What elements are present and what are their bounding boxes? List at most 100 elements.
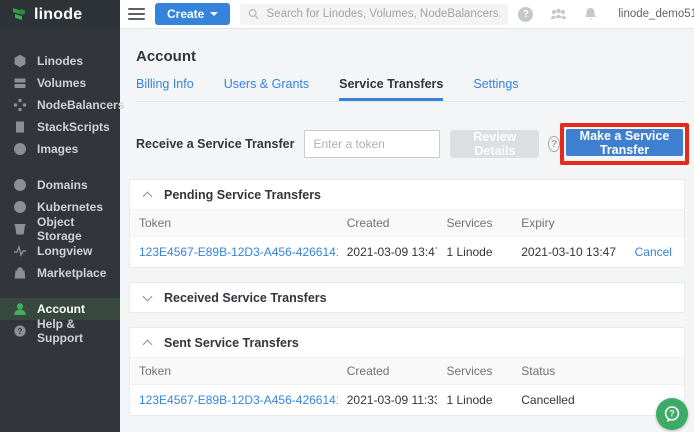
- sidebar-label: Object Storage: [37, 215, 120, 243]
- sidebar-label: NodeBalancers: [37, 98, 124, 112]
- sent-transfers-card: Sent Service Transfers Token Created Ser…: [129, 327, 685, 416]
- sidebar: Linodes Volumes NodeBalancers StackScrip…: [0, 29, 120, 432]
- linode-logo-icon: [12, 7, 27, 23]
- make-service-transfer-button[interactable]: Make a Service Transfer: [566, 129, 683, 156]
- top-bar-right: Create ?: [120, 0, 694, 29]
- main-content: Account Billing Info Users & Grants Serv…: [120, 29, 694, 432]
- table-row: 123E4567-E89B-12D3-A456-426614174000 202…: [130, 237, 684, 267]
- notifications-bell-icon[interactable]: [584, 7, 597, 21]
- longview-icon: [13, 244, 27, 258]
- sidebar-divider: [0, 160, 120, 174]
- images-icon: [13, 142, 27, 156]
- sidebar-item-linodes[interactable]: Linodes: [0, 50, 120, 72]
- page-title: Account: [136, 48, 685, 65]
- top-bar-icons: ? linode_demo512: [518, 5, 694, 24]
- created-cell: 2021-03-09 13:47: [338, 245, 438, 259]
- token-link[interactable]: 123E4567-E89B-12D3-A456-426614174001: [139, 393, 338, 407]
- sidebar-label: Help & Support: [37, 317, 120, 345]
- sidebar-item-images[interactable]: Images: [0, 138, 120, 160]
- sidebar-label: Longview: [37, 244, 92, 258]
- logo-wordmark: linode: [34, 6, 82, 24]
- chevron-down-icon: [210, 12, 218, 16]
- sidebar-label: Account: [37, 302, 85, 316]
- help-support-icon: ?: [13, 324, 27, 338]
- sent-table-header: Token Created Services Status: [130, 357, 684, 385]
- sidebar-item-stackscripts[interactable]: StackScripts: [0, 116, 120, 138]
- sidebar-item-longview[interactable]: Longview: [0, 240, 120, 262]
- column-header-expiry: Expiry: [512, 216, 628, 230]
- svg-text:?: ?: [669, 409, 675, 419]
- received-section-toggle[interactable]: Received Service Transfers: [130, 283, 684, 312]
- account-menu[interactable]: linode_demo512: [618, 5, 694, 24]
- help-chat-icon: ?: [662, 404, 682, 424]
- expand-chevron-icon: [143, 292, 153, 302]
- column-header-created: Created: [338, 364, 438, 378]
- pending-table-header: Token Created Services Expiry: [130, 209, 684, 237]
- collapse-chevron-icon: [143, 191, 153, 201]
- username: linode_demo512: [618, 8, 694, 20]
- services-cell: 1 Linode: [437, 393, 512, 407]
- column-header-token: Token: [130, 364, 338, 378]
- sidebar-label: StackScripts: [37, 120, 110, 134]
- column-header-created: Created: [338, 216, 438, 230]
- sidebar-label: Domains: [37, 178, 88, 192]
- annotation-highlight-box: Make a Service Transfer: [560, 123, 689, 165]
- section-title: Sent Service Transfers: [164, 336, 299, 350]
- column-header-status: Status: [512, 364, 628, 378]
- sent-section-toggle[interactable]: Sent Service Transfers: [130, 328, 684, 357]
- created-cell: 2021-03-09 11:33: [338, 393, 438, 407]
- column-header-services: Services: [437, 216, 512, 230]
- kubernetes-icon: [13, 200, 27, 214]
- tab-settings[interactable]: Settings: [473, 77, 518, 101]
- search-input[interactable]: [267, 8, 501, 20]
- receive-transfer-label: Receive a Service Transfer: [136, 137, 294, 151]
- help-chat-button[interactable]: ?: [656, 398, 688, 430]
- pending-transfers-card: Pending Service Transfers Token Created …: [129, 179, 685, 268]
- sidebar-divider: [0, 284, 120, 298]
- help-tooltip-icon[interactable]: ?: [548, 136, 560, 152]
- token-input[interactable]: [304, 130, 440, 158]
- cancel-link[interactable]: Cancel: [635, 245, 672, 259]
- top-bar: linode Create ?: [0, 0, 694, 29]
- tab-users-grants[interactable]: Users & Grants: [224, 77, 309, 101]
- sidebar-item-volumes[interactable]: Volumes: [0, 72, 120, 94]
- marketplace-icon: [13, 266, 27, 280]
- collapse-chevron-icon: [143, 339, 153, 349]
- sidebar-item-domains[interactable]: Domains: [0, 174, 120, 196]
- domains-icon: [13, 178, 27, 192]
- hamburger-menu-icon[interactable]: [128, 5, 145, 23]
- expiry-cell: 2021-03-10 13:47: [512, 245, 628, 259]
- linode-logo[interactable]: linode: [0, 0, 120, 29]
- sidebar-item-nodebalancers[interactable]: NodeBalancers: [0, 94, 120, 116]
- pending-section-toggle[interactable]: Pending Service Transfers: [130, 180, 684, 209]
- sidebar-label: Kubernetes: [37, 200, 103, 214]
- sidebar-item-object-storage[interactable]: Object Storage: [0, 218, 120, 240]
- create-button[interactable]: Create: [155, 3, 230, 25]
- sidebar-label: Linodes: [37, 54, 83, 68]
- section-title: Pending Service Transfers: [164, 188, 321, 202]
- nodebalancers-icon: [13, 98, 27, 112]
- sidebar-item-help-support[interactable]: ? Help & Support: [0, 320, 120, 342]
- received-transfers-card: Received Service Transfers: [129, 282, 685, 313]
- search-bar[interactable]: [240, 4, 508, 25]
- sidebar-item-marketplace[interactable]: Marketplace: [0, 262, 120, 284]
- object-storage-icon: [13, 222, 27, 236]
- column-header-token: Token: [130, 216, 338, 230]
- sidebar-label: Volumes: [37, 76, 86, 90]
- account-icon: [13, 302, 27, 316]
- help-icon[interactable]: ?: [518, 7, 533, 22]
- tab-service-transfers[interactable]: Service Transfers: [339, 77, 443, 101]
- tab-billing-info[interactable]: Billing Info: [136, 77, 194, 101]
- status-cell: Cancelled: [512, 393, 628, 407]
- receive-transfer-row: Receive a Service Transfer Review Detail…: [136, 123, 685, 165]
- search-icon: [248, 8, 259, 20]
- create-button-label: Create: [167, 7, 204, 21]
- svg-text:?: ?: [18, 327, 23, 336]
- volumes-icon: [13, 76, 27, 90]
- tab-bar: Billing Info Users & Grants Service Tran…: [136, 77, 685, 102]
- linodes-icon: [13, 54, 27, 68]
- review-details-button[interactable]: Review Details: [450, 130, 539, 158]
- token-link[interactable]: 123E4567-E89B-12D3-A456-426614174000: [139, 245, 338, 259]
- sidebar-label: Images: [37, 142, 78, 156]
- community-icon[interactable]: [550, 8, 567, 21]
